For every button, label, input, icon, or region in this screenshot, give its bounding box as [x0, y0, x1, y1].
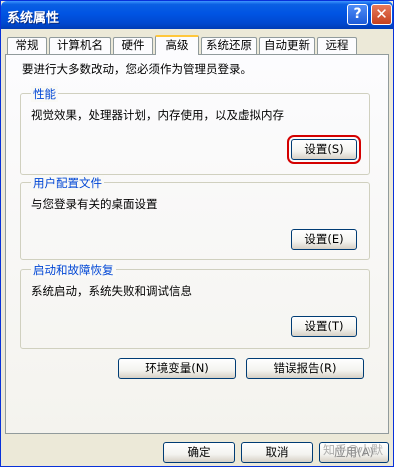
user-profiles-settings-button[interactable]: 设置(E) — [291, 229, 357, 250]
help-button[interactable]: ? — [347, 4, 368, 25]
cancel-button[interactable]: 取消 — [241, 442, 313, 463]
system-properties-dialog: 系统属性 ? ✕ 常规 计算机名 硬件 高级 系统还原 自动更新 远程 要进行大… — [0, 0, 394, 467]
environment-variables-button[interactable]: 环境变量(N) — [118, 358, 236, 379]
tab-system-restore[interactable]: 系统还原 — [201, 37, 257, 54]
tab-general[interactable]: 常规 — [7, 37, 47, 54]
title-bar[interactable]: 系统属性 ? ✕ — [1, 1, 393, 29]
watermark: 知乎@小默 — [323, 443, 384, 457]
performance-group: 性能 视觉效果，处理器计划，内存使用，以及虚拟内存 设置(S) — [20, 86, 370, 175]
ok-button[interactable]: 确定 — [163, 442, 235, 463]
user-profiles-description: 与您登录有关的桌面设置 — [31, 197, 158, 211]
tab-advanced[interactable]: 高级 — [155, 35, 199, 55]
tab-strip: 常规 计算机名 硬件 高级 系统还原 自动更新 远程 — [5, 35, 389, 55]
advanced-tab-panel: 要进行大多数改动，您必须作为管理员登录。 性能 视觉效果，处理器计划，内存使用，… — [5, 54, 389, 434]
startup-recovery-group: 启动和故障恢复 系统启动，系统失败和调试信息 设置(T) — [20, 262, 370, 349]
admin-notice: 要进行大多数改动，您必须作为管理员登录。 — [22, 62, 252, 76]
help-icon: ? — [353, 6, 362, 22]
close-icon: ✕ — [375, 5, 388, 23]
error-reporting-button[interactable]: 错误报告(R) — [246, 358, 364, 379]
startup-recovery-group-title: 启动和故障恢复 — [31, 262, 116, 278]
user-profiles-group-title: 用户配置文件 — [31, 175, 104, 191]
performance-group-title: 性能 — [31, 86, 58, 102]
performance-settings-button[interactable]: 设置(S) — [287, 135, 361, 164]
tab-automatic-updates[interactable]: 自动更新 — [259, 37, 315, 54]
tab-computer-name[interactable]: 计算机名 — [49, 37, 111, 54]
startup-recovery-description: 系统启动，系统失败和调试信息 — [31, 284, 192, 298]
tab-remote[interactable]: 远程 — [317, 37, 357, 54]
startup-recovery-settings-button[interactable]: 设置(T) — [291, 316, 357, 337]
close-button[interactable]: ✕ — [371, 4, 392, 25]
window-title: 系统属性 — [7, 11, 60, 26]
user-profiles-group: 用户配置文件 与您登录有关的桌面设置 设置(E) — [20, 175, 370, 260]
performance-description: 视觉效果，处理器计划，内存使用，以及虚拟内存 — [31, 108, 284, 122]
tab-hardware[interactable]: 硬件 — [113, 37, 153, 54]
